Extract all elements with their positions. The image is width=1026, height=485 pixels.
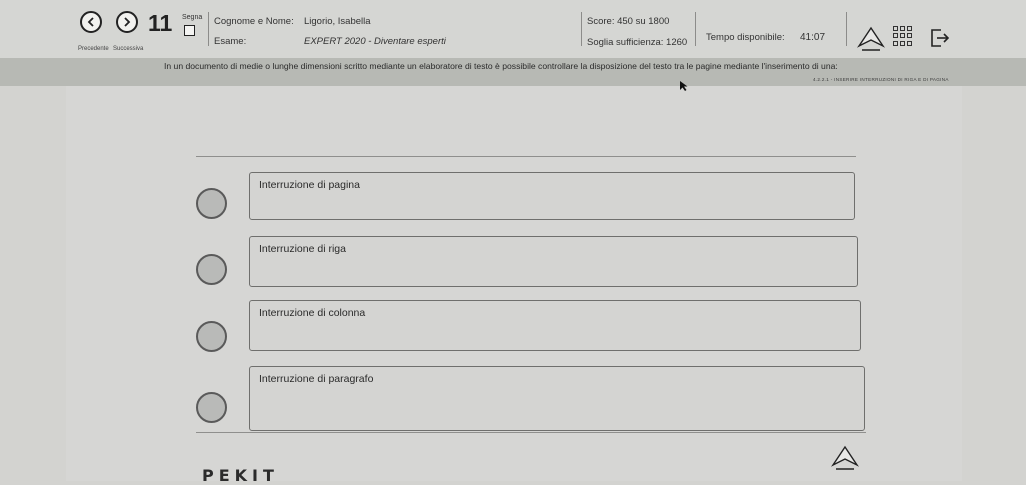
- footer-brand-text: PEKIT: [202, 466, 279, 485]
- time-label: Tempo disponibile:: [706, 32, 785, 43]
- question-text: In un documento di medie o lunghe dimens…: [164, 61, 838, 71]
- chevron-right-icon: [124, 17, 131, 27]
- mouse-cursor-icon: [680, 81, 688, 91]
- option-3-box[interactable]: Interruzione di colonna: [249, 300, 861, 351]
- chevron-left-icon: [87, 17, 94, 27]
- divider-top: [196, 156, 856, 157]
- option-4-label: Interruzione di paragrafo: [259, 373, 374, 385]
- exam-name: EXPERT 2020 - Diventare esperti: [304, 36, 446, 47]
- option-1-label: Interruzione di pagina: [259, 179, 360, 191]
- pen-tool-icon: [831, 445, 859, 470]
- exam-label: Esame:: [214, 36, 247, 47]
- option-3-radio[interactable]: [196, 321, 227, 352]
- separator: [208, 12, 209, 46]
- separator: [846, 12, 847, 46]
- time-remaining: 41:07: [800, 32, 826, 43]
- score-text: Score: 450 su 1800: [587, 16, 670, 27]
- option-2-box[interactable]: Interruzione di riga: [249, 236, 858, 287]
- threshold-text: Soglia sufficienza: 1260: [587, 37, 688, 48]
- top-bar: Precedente Successiva 11 Segna Cognome e…: [0, 0, 1026, 58]
- next-button[interactable]: [116, 11, 138, 33]
- option-4-box[interactable]: Interruzione di paragrafo: [249, 366, 865, 431]
- option-1-box[interactable]: Interruzione di pagina: [249, 172, 855, 220]
- question-number: 11: [148, 10, 173, 36]
- divider-bottom: [196, 432, 866, 433]
- option-2-label: Interruzione di riga: [259, 243, 346, 255]
- option-3-label: Interruzione di colonna: [259, 307, 366, 319]
- syllabus-reference: 4.2.2.1 - INSERIRE INTERRUZIONI DI RIGA …: [813, 77, 949, 82]
- candidate-label: Cognome e Nome:: [214, 16, 294, 27]
- next-label: Successiva: [113, 46, 144, 52]
- separator: [695, 12, 696, 46]
- option-2-radio[interactable]: [196, 254, 227, 285]
- mark-label: Segna: [182, 14, 203, 21]
- previous-button[interactable]: [80, 11, 102, 33]
- exit-icon[interactable]: [928, 27, 950, 49]
- option-1-radio[interactable]: [196, 188, 227, 219]
- previous-label: Precedente: [78, 46, 109, 52]
- separator: [581, 12, 582, 46]
- pen-tool-icon[interactable]: [857, 26, 885, 52]
- option-4-radio[interactable]: [196, 392, 227, 423]
- candidate-name: Ligorio, Isabella: [304, 16, 371, 27]
- mark-question-checkbox[interactable]: [184, 25, 195, 36]
- question-overview-grid-icon[interactable]: [893, 26, 913, 46]
